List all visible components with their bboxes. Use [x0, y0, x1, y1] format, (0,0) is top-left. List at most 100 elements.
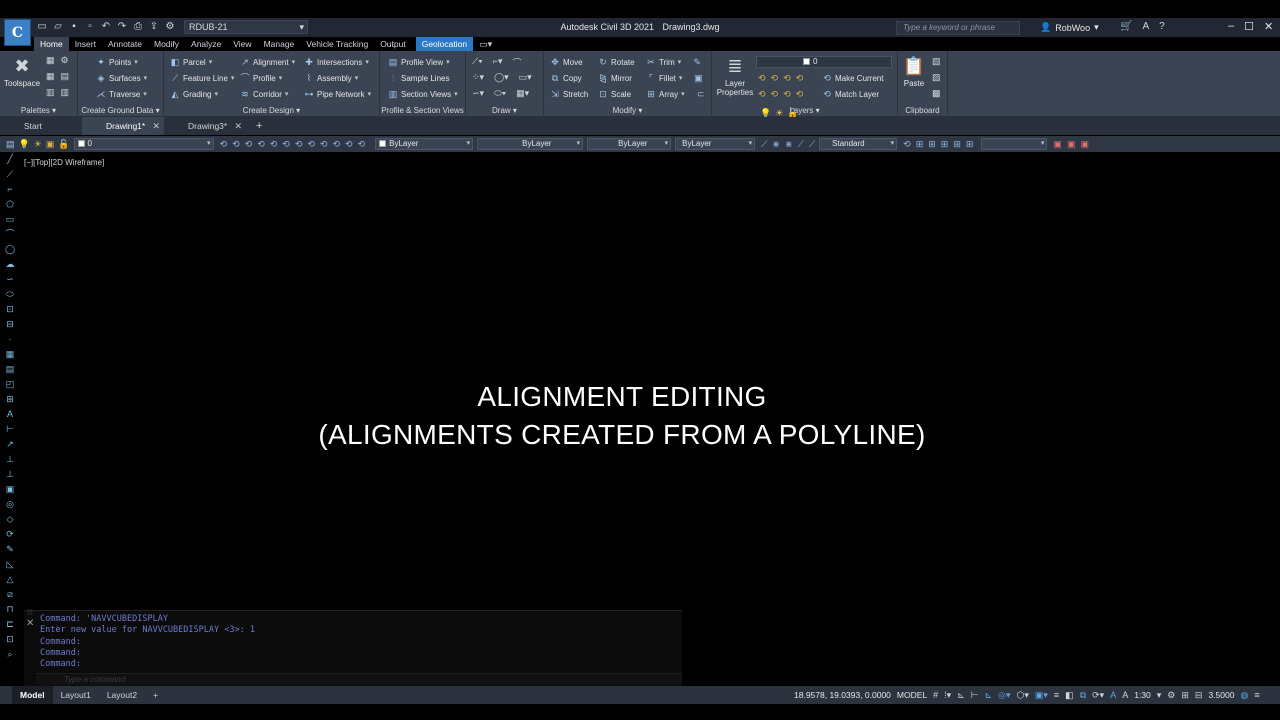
- feature-line-button[interactable]: ⟋ Feature Line ▾: [170, 73, 235, 83]
- surfaces-button[interactable]: ◈ Surfaces ▾: [96, 73, 148, 83]
- tab-manage[interactable]: Manage: [258, 37, 301, 51]
- file-tab-drawing1[interactable]: Drawing1* ✕: [82, 117, 164, 135]
- profile-button[interactable]: ⌒ Profile ▾: [240, 73, 282, 83]
- ortho-icon[interactable]: ⊾: [985, 690, 993, 701]
- hatch-icon[interactable]: ▦: [4, 349, 16, 360]
- transparency-icon[interactable]: ◧: [1065, 690, 1074, 701]
- redo-icon[interactable]: ↷: [116, 21, 128, 33]
- annotation-monitor-icon[interactable]: ⊞: [1181, 690, 1189, 701]
- save-as-icon[interactable]: ▫: [84, 21, 96, 33]
- view-tool-2-icon[interactable]: ⊞: [916, 139, 924, 150]
- add-layout-plus-icon[interactable]: +: [145, 686, 166, 704]
- paste-button[interactable]: 📋 Paste: [900, 55, 928, 88]
- panel-title-design[interactable]: Create Design ▾: [164, 106, 379, 115]
- alignment-button[interactable]: ↗ Alignment ▾: [240, 57, 295, 67]
- cut-icon[interactable]: ▧: [932, 56, 941, 67]
- save-icon[interactable]: ▪: [68, 21, 80, 33]
- coordinates-readout[interactable]: 18.9578, 19.0393, 0.0000: [794, 690, 891, 700]
- circle-icon[interactable]: ◯▾: [494, 72, 509, 83]
- lightbulb-icon[interactable]: 💡: [19, 139, 30, 150]
- sketch-icon[interactable]: ✎: [4, 544, 16, 555]
- sample-lines-button[interactable]: ⫶ Sample Lines: [388, 73, 450, 83]
- workspace-select[interactable]: RDUB-21 ▾: [184, 20, 308, 34]
- view-tool-4-icon[interactable]: ⊞: [941, 139, 949, 150]
- layer-manager-icon[interactable]: ▤: [6, 139, 15, 150]
- properties-icon[interactable]: ▥: [46, 87, 55, 98]
- misc-tool-3-icon[interactable]: ▣: [1080, 139, 1089, 150]
- layout-tab-model[interactable]: Model: [12, 686, 53, 704]
- circle-icon[interactable]: ◯: [4, 244, 16, 255]
- hatch-icon[interactable]: ▦▾: [516, 88, 529, 99]
- move-button[interactable]: ✥ Move: [550, 57, 582, 67]
- parcel-button[interactable]: ◧ Parcel ▾: [170, 57, 212, 67]
- annotation-visibility-icon[interactable]: A: [1110, 690, 1116, 700]
- trim-button[interactable]: ✂ Trim ▾ ✎: [646, 57, 702, 67]
- survey-icon[interactable]: ▦: [46, 71, 55, 82]
- panel-title-ground[interactable]: Create Ground Data ▾: [78, 106, 163, 115]
- layer-tool-11-icon[interactable]: ⟲: [345, 139, 353, 150]
- toolbox-icon[interactable]: ▤: [61, 71, 70, 82]
- tab-view[interactable]: View: [227, 37, 257, 51]
- view-tool-5-icon[interactable]: ⊞: [953, 139, 961, 150]
- assembly-button[interactable]: ⌇ Assembly ▾: [304, 73, 358, 83]
- misc-tool-2-icon[interactable]: ▣: [1067, 139, 1076, 150]
- isolate-objects-icon[interactable]: ◍: [1240, 690, 1248, 701]
- minimize-icon[interactable]: –: [1228, 20, 1234, 33]
- settings-icon[interactable]: ⚙: [61, 55, 69, 66]
- tab-annotate[interactable]: Annotate: [102, 37, 148, 51]
- panel-title-draw[interactable]: Draw ▾: [466, 106, 543, 115]
- divide-icon[interactable]: ⊥: [4, 469, 16, 480]
- search-input[interactable]: Type a keyword or phrase: [896, 21, 1020, 35]
- layer-tool-3-icon[interactable]: ⟲: [245, 139, 253, 150]
- infer-constraints-icon[interactable]: ⊾: [957, 690, 965, 701]
- polygon-icon[interactable]: ⬠: [4, 199, 16, 210]
- annotate-tool-5-icon[interactable]: ⟋: [809, 139, 815, 150]
- text-style-combo[interactable]: Standard: [819, 138, 898, 150]
- tab-modify[interactable]: Modify: [148, 37, 185, 51]
- polyline-icon[interactable]: ⌐: [4, 184, 16, 195]
- layer-tool-12-icon[interactable]: ⟲: [358, 139, 366, 150]
- open-folder-icon[interactable]: ▱: [52, 21, 64, 33]
- zoom-icon[interactable]: ⌕: [4, 649, 16, 660]
- dynamic-input-icon[interactable]: ⊢: [971, 690, 979, 701]
- prospector-icon[interactable]: ▦: [46, 55, 55, 66]
- grid-icon[interactable]: #: [933, 690, 938, 700]
- layer-tool-9-icon[interactable]: ⟲: [320, 139, 328, 150]
- plotstyle-combo[interactable]: ByLayer: [675, 138, 756, 150]
- linetype-combo[interactable]: ByLayer: [477, 138, 584, 150]
- section-plane-icon[interactable]: ⊏: [4, 619, 16, 630]
- extra-combo[interactable]: [981, 138, 1048, 150]
- layer-tool-4-icon[interactable]: ⟲: [257, 139, 265, 150]
- ribbon-options-icon[interactable]: ▭▾: [479, 39, 492, 50]
- close-icon[interactable]: ✕: [152, 117, 160, 135]
- lineweight-icon[interactable]: ≡: [1054, 690, 1059, 700]
- file-tab-start[interactable]: Start: [0, 117, 82, 135]
- color-combo[interactable]: ByLayer: [375, 138, 474, 150]
- maximize-icon[interactable]: ☐: [1244, 20, 1254, 33]
- line-icon[interactable]: ⟋▾: [472, 56, 483, 69]
- snap-icon[interactable]: ⁞▾: [944, 690, 951, 701]
- layout-tab-layout1[interactable]: Layout1: [53, 686, 99, 704]
- polar-icon[interactable]: ◎▾: [998, 690, 1010, 701]
- helix-icon[interactable]: ⟳: [4, 529, 16, 540]
- revcloud-icon[interactable]: ☁: [4, 259, 16, 270]
- close-icon[interactable]: ✕: [26, 618, 34, 629]
- autodesk-icon[interactable]: A: [1142, 21, 1149, 32]
- slice-icon[interactable]: ⧄: [4, 589, 16, 600]
- view-icon[interactable]: ⊡: [4, 634, 16, 645]
- layer-dropdown[interactable]: 0: [756, 56, 892, 68]
- misc-tool-1-icon[interactable]: ▣: [1053, 139, 1062, 150]
- erase-icon[interactable]: ✎: [692, 57, 702, 67]
- rotate-button[interactable]: ↻ Rotate: [598, 57, 634, 67]
- section-views-button[interactable]: ▥ Section Views ▾: [388, 89, 458, 99]
- layer-freeze-vp-icon[interactable]: ▣: [46, 139, 55, 150]
- insert-block-icon[interactable]: ⊡: [4, 304, 16, 315]
- undo-icon[interactable]: ↶: [100, 21, 112, 33]
- tab-geolocation[interactable]: Geolocation: [415, 37, 474, 51]
- gear-icon[interactable]: ⚙: [164, 21, 176, 33]
- layer-lock-icon[interactable]: ⟲: [796, 73, 804, 84]
- tab-analyze[interactable]: Analyze: [185, 37, 227, 51]
- isometric-icon[interactable]: ⬡▾: [1017, 690, 1029, 701]
- close-icon[interactable]: ✕: [1264, 20, 1273, 33]
- layout-tab-layout2[interactable]: Layout2: [99, 686, 145, 704]
